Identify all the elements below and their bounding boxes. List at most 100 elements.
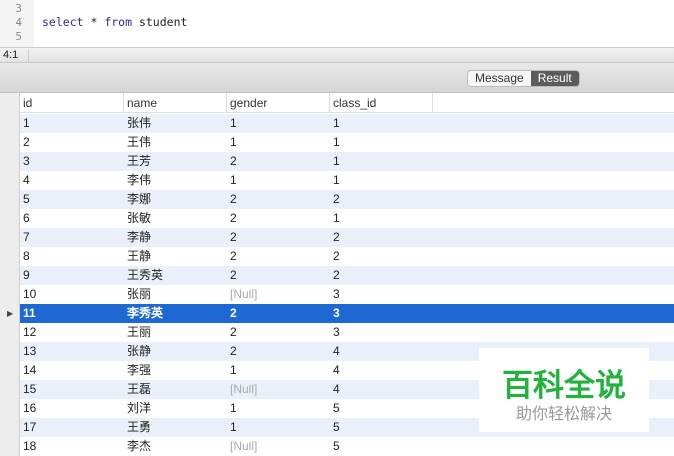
cell-gender[interactable]: [Null] [230,380,257,399]
cell-class-id[interactable]: 1 [333,209,340,228]
cell-id[interactable]: 8 [23,247,30,266]
cell-gender[interactable]: 2 [230,323,237,342]
cell-id[interactable]: 5 [23,190,30,209]
cell-name[interactable]: 李伟 [127,171,151,190]
cell-class-id[interactable]: 4 [333,380,340,399]
table-row[interactable]: 18 李杰 [Null] 5 [20,437,674,456]
line-gutter: 3 4 5 [0,0,34,47]
cell-gender[interactable]: 1 [230,171,237,190]
cell-name[interactable]: 张敏 [127,209,151,228]
table-row[interactable]: 6 张敏 2 1 [20,209,674,228]
table-row[interactable]: 1 张伟 1 1 [20,114,674,133]
cell-gender[interactable]: [Null] [230,285,257,304]
cell-name[interactable]: 王勇 [127,418,151,437]
tab-message[interactable]: Message [468,71,531,86]
cell-class-id[interactable]: 5 [333,418,340,437]
cell-name[interactable]: 李强 [127,361,151,380]
cell-id[interactable]: 17 [23,418,36,437]
cursor-position: 4:1 [3,49,29,62]
cell-class-id[interactable]: 5 [333,399,340,418]
table-row[interactable]: 12 王丽 2 3 [20,323,674,342]
cell-id[interactable]: 9 [23,266,30,285]
cell-gender[interactable]: 1 [230,418,237,437]
cell-class-id[interactable]: 5 [333,437,340,456]
table-row[interactable]: 7 李静 2 2 [20,228,674,247]
cell-gender[interactable]: 2 [230,228,237,247]
cell-gender[interactable]: 1 [230,399,237,418]
cell-class-id[interactable]: 3 [333,285,340,304]
column-header-class-id[interactable]: class_id [329,93,432,113]
sql-code[interactable]: select * from student [42,15,187,29]
cell-id[interactable]: 4 [23,171,30,190]
table-row[interactable]: 4 李伟 1 1 [20,171,674,190]
cell-class-id[interactable]: 1 [333,133,340,152]
cell-id[interactable]: 12 [23,323,36,342]
cell-gender[interactable]: 2 [230,342,237,361]
cell-name[interactable]: 张静 [127,342,151,361]
cell-class-id[interactable]: 4 [333,342,340,361]
column-header-id[interactable]: id [20,93,123,113]
cell-gender[interactable]: 1 [230,133,237,152]
cell-name[interactable]: 刘洋 [127,399,151,418]
cell-id[interactable]: 7 [23,228,30,247]
cell-name[interactable]: 李秀英 [127,304,163,323]
cell-gender[interactable]: [Null] [230,437,257,456]
table-row[interactable]: 8 王静 2 2 [20,247,674,266]
column-header-gender[interactable]: gender [226,93,329,113]
tab-result[interactable]: Result [530,71,579,86]
cell-gender[interactable]: 2 [230,209,237,228]
cell-id[interactable]: 16 [23,399,36,418]
cell-name[interactable]: 王伟 [127,133,151,152]
column-header-name[interactable]: name [123,93,226,113]
cell-class-id[interactable]: 3 [333,304,340,323]
cell-name[interactable]: 王芳 [127,152,151,171]
cell-name[interactable]: 王丽 [127,323,151,342]
cell-id[interactable]: 15 [23,380,36,399]
cell-gender[interactable]: 1 [230,114,237,133]
cell-gender[interactable]: 2 [230,266,237,285]
cell-id[interactable]: 13 [23,342,36,361]
cell-class-id[interactable]: 2 [333,266,340,285]
cell-class-id[interactable]: 2 [333,228,340,247]
cell-gender[interactable]: 2 [230,190,237,209]
cell-id[interactable]: 6 [23,209,30,228]
cell-name[interactable]: 王秀英 [127,266,163,285]
current-row-indicator-icon: ▶ [7,309,14,318]
table-row[interactable]: 5 李娜 2 2 [20,190,674,209]
cell-name[interactable]: 李杰 [127,437,151,456]
cell-id[interactable]: 14 [23,361,36,380]
cell-gender[interactable]: 2 [230,304,237,323]
view-segmented-control: Message Result [467,70,580,87]
result-toolbar: Message Result [0,63,674,93]
cell-name[interactable]: 张伟 [127,114,151,133]
table-row[interactable]: 2 王伟 1 1 [20,133,674,152]
cell-class-id[interactable]: 4 [333,361,340,380]
cell-name[interactable]: 张丽 [127,285,151,304]
cell-id[interactable]: 11 [23,304,36,323]
cell-id[interactable]: 10 [23,285,36,304]
cell-name[interactable]: 李静 [127,228,151,247]
cell-name[interactable]: 李娜 [127,190,151,209]
cell-class-id[interactable]: 1 [333,152,340,171]
cell-gender[interactable]: 2 [230,247,237,266]
cell-id[interactable]: 2 [23,133,30,152]
cell-name[interactable]: 王磊 [127,380,151,399]
cell-class-id[interactable]: 2 [333,247,340,266]
table-row[interactable]: 11 李秀英 2 3 [20,304,674,323]
cell-id[interactable]: 3 [23,152,30,171]
table-row[interactable]: 3 王芳 2 1 [20,152,674,171]
cell-id[interactable]: 1 [23,114,30,133]
cell-class-id[interactable]: 1 [333,114,340,133]
cell-name[interactable]: 王静 [127,247,151,266]
table-name: student [132,15,188,29]
status-bar: 4:1 [0,47,674,63]
cell-id[interactable]: 18 [23,437,36,456]
cell-gender[interactable]: 2 [230,152,237,171]
cell-class-id[interactable]: 2 [333,190,340,209]
sql-editor[interactable]: 3 4 5 select * from student [0,0,674,47]
table-row[interactable]: 9 王秀英 2 2 [20,266,674,285]
table-row[interactable]: 10 张丽 [Null] 3 [20,285,674,304]
cell-gender[interactable]: 1 [230,361,237,380]
cell-class-id[interactable]: 3 [333,323,340,342]
cell-class-id[interactable]: 1 [333,171,340,190]
